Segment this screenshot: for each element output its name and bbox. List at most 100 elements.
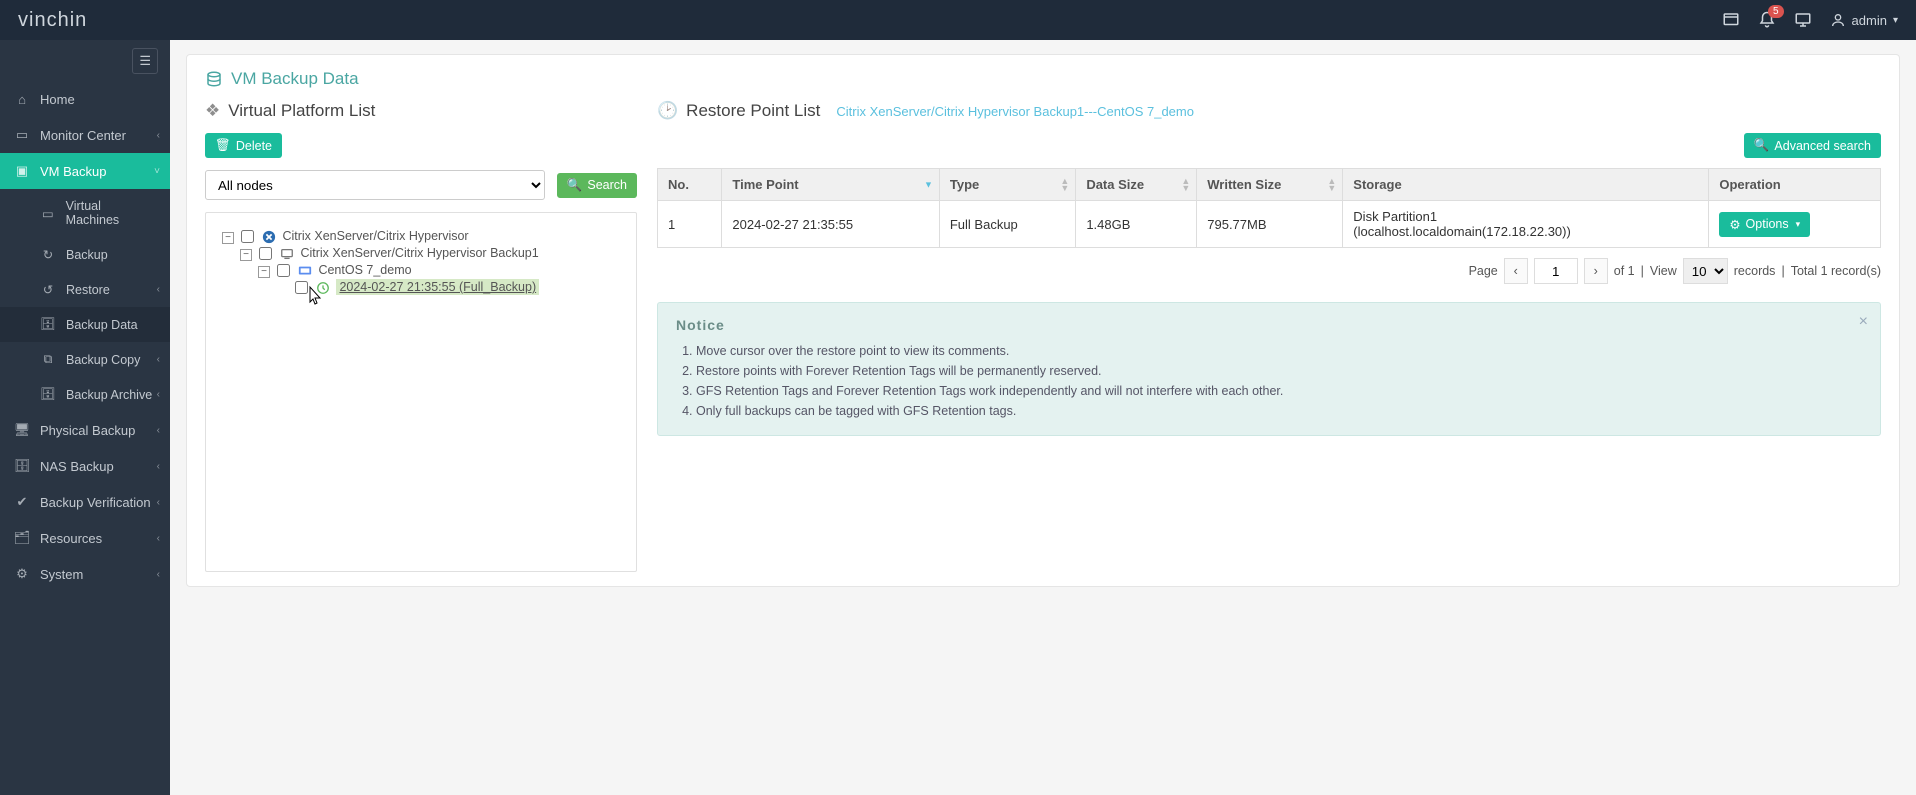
chevron-icon: ‹ bbox=[157, 533, 160, 544]
brand-logo: vinchin bbox=[18, 9, 87, 32]
restore-points-table: No. Time Point▼ Type▲▼ Data Size▲▼ Writt… bbox=[657, 168, 1881, 248]
chevron-icon: ‹ bbox=[157, 425, 160, 436]
menu-icon: 🗄 bbox=[40, 387, 56, 402]
chevron-icon: ‹ bbox=[157, 130, 160, 141]
chevron-icon: ˅ bbox=[154, 166, 160, 177]
tree-collapse-icon[interactable]: − bbox=[240, 249, 252, 261]
page-title: VM Backup Data bbox=[205, 69, 1881, 89]
sort-icon: ▲▼ bbox=[1327, 178, 1336, 192]
citrix-icon bbox=[262, 230, 276, 244]
notification-badge: 5 bbox=[1768, 5, 1784, 18]
menu-icon: ⚙ bbox=[14, 566, 30, 582]
notice-item: Restore points with Forever Retention Ta… bbox=[696, 361, 1862, 381]
sidebar-item-home[interactable]: ⌂Home bbox=[0, 82, 170, 117]
pagination: Page ‹ › of 1 | View 10 records | Total … bbox=[657, 258, 1881, 284]
sidebar-item-backup-verification[interactable]: ✔Backup Verification‹ bbox=[0, 484, 170, 520]
tree-node-restore-point[interactable]: 2024-02-27 21:35:55 (Full_Backup) bbox=[276, 278, 626, 297]
col-no[interactable]: No. bbox=[658, 169, 722, 201]
page-next[interactable]: › bbox=[1584, 258, 1608, 284]
tree-collapse-icon[interactable]: − bbox=[222, 232, 234, 244]
restore-point-subtitle: Citrix XenServer/Citrix Hypervisor Backu… bbox=[836, 104, 1194, 119]
vm-icon bbox=[298, 264, 312, 278]
page-size-select[interactable]: 10 bbox=[1683, 258, 1728, 284]
trash-icon: 🗑 bbox=[215, 138, 231, 153]
notifications-icon[interactable]: 5 bbox=[1758, 11, 1776, 29]
chevron-icon: ‹ bbox=[157, 461, 160, 472]
table-row[interactable]: 1 2024-02-27 21:35:55 Full Backup 1.48GB… bbox=[658, 201, 1881, 248]
menu-icon: ⌂ bbox=[14, 92, 30, 107]
gear-icon: ⚙ bbox=[1729, 217, 1740, 232]
tree-collapse-icon[interactable]: − bbox=[258, 266, 270, 278]
menu-icon: 🗄 bbox=[14, 458, 30, 474]
menu-icon: 🗂 bbox=[14, 530, 30, 546]
restore-point-title: 🕑Restore Point List Citrix XenServer/Cit… bbox=[657, 101, 1881, 121]
topbar: vinchin 5 admin ▾ bbox=[0, 0, 1916, 40]
close-icon[interactable]: × bbox=[1859, 313, 1868, 331]
node-select[interactable]: All nodes bbox=[205, 170, 545, 200]
platform-tree: − Citrix XenServer/Citrix Hypervisor − bbox=[205, 212, 637, 572]
clock-icon bbox=[316, 281, 330, 295]
chevron-icon: ‹ bbox=[157, 497, 160, 508]
page-prev[interactable]: ‹ bbox=[1504, 258, 1528, 284]
menu-icon: 🖥 bbox=[14, 422, 30, 438]
chevron-icon: ‹ bbox=[157, 284, 160, 295]
sidebar-item-nas-backup[interactable]: 🗄NAS Backup‹ bbox=[0, 448, 170, 484]
options-button[interactable]: ⚙Options▾ bbox=[1719, 212, 1810, 237]
sidebar-item-backup[interactable]: ↻Backup bbox=[0, 237, 170, 272]
sort-icon: ▲▼ bbox=[1181, 178, 1190, 192]
sidebar-item-vm-backup[interactable]: ▣VM Backup˅ bbox=[0, 153, 170, 189]
tree-checkbox[interactable] bbox=[259, 247, 272, 260]
tree-node-platform[interactable]: − Citrix XenServer/Citrix Hypervisor − bbox=[222, 227, 626, 303]
col-time[interactable]: Time Point▼ bbox=[722, 169, 939, 201]
menu-icon: ▭ bbox=[14, 127, 30, 143]
col-written[interactable]: Written Size▲▼ bbox=[1197, 169, 1343, 201]
user-menu[interactable]: admin ▾ bbox=[1830, 12, 1898, 28]
sidebar-item-physical-backup[interactable]: 🖥Physical Backup‹ bbox=[0, 412, 170, 448]
sidebar-item-backup-archive[interactable]: 🗄Backup Archive‹ bbox=[0, 377, 170, 412]
menu-icon: ↺ bbox=[40, 282, 56, 297]
tree-checkbox[interactable] bbox=[295, 281, 308, 294]
menu-icon: ▭ bbox=[40, 206, 56, 221]
notice-title: Notice bbox=[676, 317, 1862, 333]
notice-item: GFS Retention Tags and Forever Retention… bbox=[696, 381, 1862, 401]
sidebar-toggle[interactable]: ☰ bbox=[132, 48, 158, 74]
search-icon: 🔍 bbox=[567, 178, 583, 193]
notice-item: Move cursor over the restore point to vi… bbox=[696, 341, 1862, 361]
search-button[interactable]: 🔍Search bbox=[557, 173, 637, 198]
col-size[interactable]: Data Size▲▼ bbox=[1076, 169, 1197, 201]
sort-icon: ▲▼ bbox=[1060, 178, 1069, 192]
sidebar-item-backup-copy[interactable]: ⧉Backup Copy‹ bbox=[0, 342, 170, 377]
sidebar-item-virtual-machines[interactable]: ▭Virtual Machines bbox=[0, 189, 170, 237]
virtual-platform-title: ❖Virtual Platform List bbox=[205, 101, 637, 121]
sidebar-item-restore[interactable]: ↺Restore‹ bbox=[0, 272, 170, 307]
sort-desc-icon: ▼ bbox=[924, 181, 933, 188]
notice-panel: × Notice Move cursor over the restore po… bbox=[657, 302, 1881, 436]
page-input[interactable] bbox=[1534, 258, 1578, 284]
col-type[interactable]: Type▲▼ bbox=[939, 169, 1075, 201]
tree-checkbox[interactable] bbox=[241, 230, 254, 243]
chevron-down-icon: ▾ bbox=[1796, 219, 1801, 230]
chevron-icon: ‹ bbox=[157, 354, 160, 365]
menu-icon: ↻ bbox=[40, 247, 56, 262]
monitor-icon[interactable] bbox=[1794, 11, 1812, 29]
advanced-search-button[interactable]: 🔍Advanced search bbox=[1744, 133, 1881, 158]
search-icon: 🔍 bbox=[1754, 138, 1770, 153]
delete-button[interactable]: 🗑Delete bbox=[205, 133, 282, 158]
sidebar: ☰ ⌂Home▭Monitor Center‹▣VM Backup˅▭Virtu… bbox=[0, 40, 170, 795]
chevron-icon: ‹ bbox=[157, 389, 160, 400]
notice-item: Only full backups can be tagged with GFS… bbox=[696, 401, 1862, 421]
sidebar-item-resources[interactable]: 🗂Resources‹ bbox=[0, 520, 170, 556]
job-icon bbox=[280, 247, 294, 261]
col-storage[interactable]: Storage bbox=[1343, 169, 1709, 201]
nav-icon-window[interactable] bbox=[1722, 11, 1740, 29]
sidebar-item-system[interactable]: ⚙System‹ bbox=[0, 556, 170, 592]
sidebar-item-backup-data[interactable]: 🗄Backup Data bbox=[0, 307, 170, 342]
tree-node-backup-job[interactable]: − Citrix XenServer/Citrix Hypervisor Bac… bbox=[240, 244, 626, 301]
sidebar-item-monitor-center[interactable]: ▭Monitor Center‹ bbox=[0, 117, 170, 153]
chevron-down-icon: ▾ bbox=[1893, 15, 1898, 26]
tree-node-vm[interactable]: − CentOS 7_demo bbox=[258, 261, 626, 299]
menu-icon: 🗄 bbox=[40, 317, 56, 332]
menu-icon: ▣ bbox=[14, 163, 30, 179]
chevron-icon: ‹ bbox=[157, 569, 160, 580]
tree-checkbox[interactable] bbox=[277, 264, 290, 277]
